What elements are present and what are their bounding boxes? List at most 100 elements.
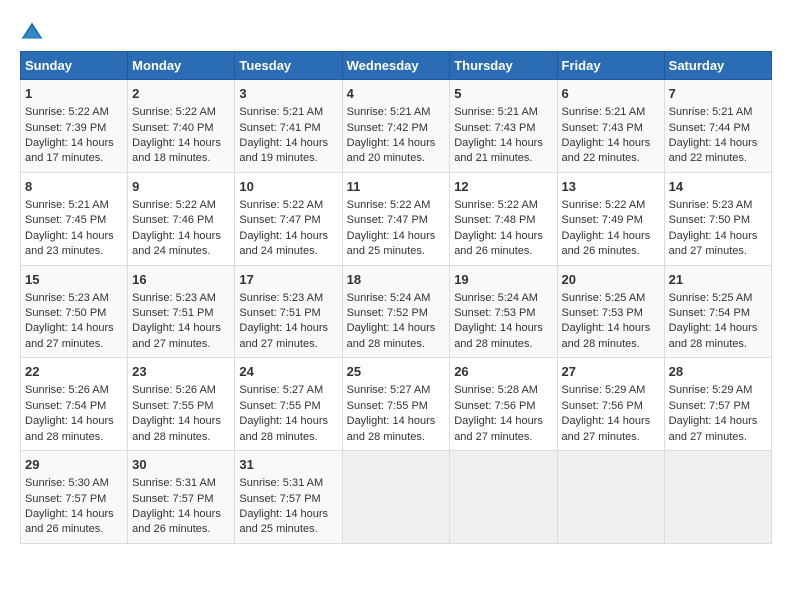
sunrise: Sunrise: 5:27 AM [239, 384, 323, 396]
sunrise: Sunrise: 5:25 AM [562, 292, 646, 304]
daylight: Daylight: 14 hours and 28 minutes. [347, 322, 436, 349]
calendar-cell: 27Sunrise: 5:29 AMSunset: 7:56 PMDayligh… [557, 358, 664, 451]
sunrise: Sunrise: 5:21 AM [562, 106, 646, 118]
sunrise: Sunrise: 5:21 AM [25, 199, 109, 211]
daylight: Daylight: 14 hours and 24 minutes. [239, 230, 328, 257]
day-number: 26 [454, 363, 552, 381]
sunrise: Sunrise: 5:21 AM [239, 106, 323, 118]
daylight: Daylight: 14 hours and 26 minutes. [25, 508, 114, 535]
day-number: 30 [132, 456, 230, 474]
daylight: Daylight: 14 hours and 28 minutes. [454, 322, 543, 349]
day-number: 8 [25, 178, 123, 196]
day-number: 16 [132, 271, 230, 289]
calendar-cell: 6Sunrise: 5:21 AMSunset: 7:43 PMDaylight… [557, 80, 664, 173]
sunset: Sunset: 7:50 PM [669, 214, 750, 226]
sunrise: Sunrise: 5:21 AM [347, 106, 431, 118]
sunrise: Sunrise: 5:23 AM [25, 292, 109, 304]
calendar-cell: 2Sunrise: 5:22 AMSunset: 7:40 PMDaylight… [128, 80, 235, 173]
logo [20, 20, 48, 41]
calendar-cell: 16 Sunrise: 5:23 AM Sunset: 7:51 PM Dayligh… [128, 265, 235, 358]
daylight: Daylight: 14 hours and 27 minutes. [669, 415, 758, 442]
daylight: Daylight: 14 hours and 27 minutes. [669, 230, 758, 257]
day-number: 27 [562, 363, 660, 381]
daylight: Daylight: 14 hours and 19 minutes. [239, 137, 328, 164]
calendar-week-3: 15Sunrise: 5:23 AMSunset: 7:50 PMDayligh… [21, 265, 772, 358]
day-number: 10 [239, 178, 337, 196]
day-number: 17 [239, 271, 337, 289]
calendar-week-4: 22Sunrise: 5:26 AMSunset: 7:54 PMDayligh… [21, 358, 772, 451]
calendar-cell [557, 451, 664, 544]
daylight: Daylight: 14 hours and 17 minutes. [25, 137, 114, 164]
day-number: 23 [132, 363, 230, 381]
sunrise: Sunrise: 5:22 AM [347, 199, 431, 211]
day-number: 19 [454, 271, 552, 289]
sunset: Sunset: 7:47 PM [347, 214, 428, 226]
daylight: Daylight: 14 hours and 25 minutes. [347, 230, 436, 257]
sunrise: Sunrise: 5:31 AM [132, 477, 216, 489]
calendar-cell: 20Sunrise: 5:25 AMSunset: 7:53 PMDayligh… [557, 265, 664, 358]
calendar-table: SundayMondayTuesdayWednesdayThursdayFrid… [20, 51, 772, 544]
daylight: Daylight: 14 hours and 28 minutes. [347, 415, 436, 442]
calendar-cell: 3Sunrise: 5:21 AMSunset: 7:41 PMDaylight… [235, 80, 342, 173]
daylight: Daylight: 14 hours and 28 minutes. [669, 322, 758, 349]
sunset: Sunset: 7:40 PM [132, 122, 213, 134]
calendar-cell: 24Sunrise: 5:27 AMSunset: 7:55 PMDayligh… [235, 358, 342, 451]
daylight: Daylight: 14 hours and 23 minutes. [25, 230, 114, 257]
daylight: Daylight: 14 hours and 21 minutes. [454, 137, 543, 164]
sunset: Sunset: 7:44 PM [669, 122, 750, 134]
page-header [20, 20, 772, 41]
sunrise: Sunrise: 5:26 AM [25, 384, 109, 396]
day-number: 11 [347, 178, 446, 196]
daylight: Daylight: 14 hours and 28 minutes. [562, 322, 651, 349]
sunrise: Sunrise: 5:31 AM [239, 477, 323, 489]
sunrise: Sunrise: 5:22 AM [239, 199, 323, 211]
day-number: 2 [132, 85, 230, 103]
daylight: Daylight: 14 hours and 27 minutes. [132, 322, 221, 349]
sunset: Sunset: 7:51 PM [132, 307, 213, 319]
sunrise: Sunrise: 5:27 AM [347, 384, 431, 396]
sunrise: Sunrise: 5:30 AM [25, 477, 109, 489]
day-number: 21 [669, 271, 767, 289]
logo-icon [20, 21, 44, 41]
sunrise: Sunrise: 5:22 AM [132, 199, 216, 211]
sunrise: Sunrise: 5:23 AM [132, 292, 216, 304]
day-number: 31 [239, 456, 337, 474]
sunrise: Sunrise: 5:23 AM [239, 292, 323, 304]
sunrise: Sunrise: 5:24 AM [347, 292, 431, 304]
daylight: Daylight: 14 hours and 18 minutes. [132, 137, 221, 164]
sunset: Sunset: 7:46 PM [132, 214, 213, 226]
daylight: Daylight: 14 hours and 27 minutes. [239, 322, 328, 349]
calendar-week-5: 29Sunrise: 5:30 AMSunset: 7:57 PMDayligh… [21, 451, 772, 544]
sunset: Sunset: 7:54 PM [25, 400, 106, 412]
daylight: Daylight: 14 hours and 25 minutes. [239, 508, 328, 535]
calendar-cell: 19Sunrise: 5:24 AMSunset: 7:53 PMDayligh… [450, 265, 557, 358]
day-number: 4 [347, 85, 446, 103]
calendar-cell: 13Sunrise: 5:22 AMSunset: 7:49 PMDayligh… [557, 172, 664, 265]
sunset: Sunset: 7:53 PM [454, 307, 535, 319]
calendar-cell [450, 451, 557, 544]
calendar-week-2: 8Sunrise: 5:21 AMSunset: 7:45 PMDaylight… [21, 172, 772, 265]
daylight: Daylight: 14 hours and 28 minutes. [25, 415, 114, 442]
sunset: Sunset: 7:49 PM [562, 214, 643, 226]
sunset: Sunset: 7:54 PM [669, 307, 750, 319]
sunset: Sunset: 7:57 PM [25, 493, 106, 505]
sunset: Sunset: 7:43 PM [562, 122, 643, 134]
sunrise: Sunrise: 5:28 AM [454, 384, 538, 396]
sunset: Sunset: 7:53 PM [562, 307, 643, 319]
calendar-cell: 8Sunrise: 5:21 AMSunset: 7:45 PMDaylight… [21, 172, 128, 265]
calendar-cell: 12Sunrise: 5:22 AMSunset: 7:48 PMDayligh… [450, 172, 557, 265]
day-number: 14 [669, 178, 767, 196]
sunset: Sunset: 7:55 PM [239, 400, 320, 412]
sunset: Sunset: 7:57 PM [669, 400, 750, 412]
calendar-week-1: 1Sunrise: 5:22 AMSunset: 7:39 PMDaylight… [21, 80, 772, 173]
calendar-cell: 28Sunrise: 5:29 AMSunset: 7:57 PMDayligh… [664, 358, 771, 451]
day-number: 15 [25, 271, 123, 289]
day-number: 13 [562, 178, 660, 196]
calendar-cell: 31Sunrise: 5:31 AMSunset: 7:57 PMDayligh… [235, 451, 342, 544]
day-header-thursday: Thursday [450, 52, 557, 80]
calendar-cell: 1Sunrise: 5:22 AMSunset: 7:39 PMDaylight… [21, 80, 128, 173]
calendar-cell: 18Sunrise: 5:24 AMSunset: 7:52 PMDayligh… [342, 265, 450, 358]
calendar-cell: 11 Sunrise: 5:22 AM Sunset: 7:47 PM Dayligh… [342, 172, 450, 265]
sunset: Sunset: 7:55 PM [347, 400, 428, 412]
sunrise: Sunrise: 5:21 AM [454, 106, 538, 118]
